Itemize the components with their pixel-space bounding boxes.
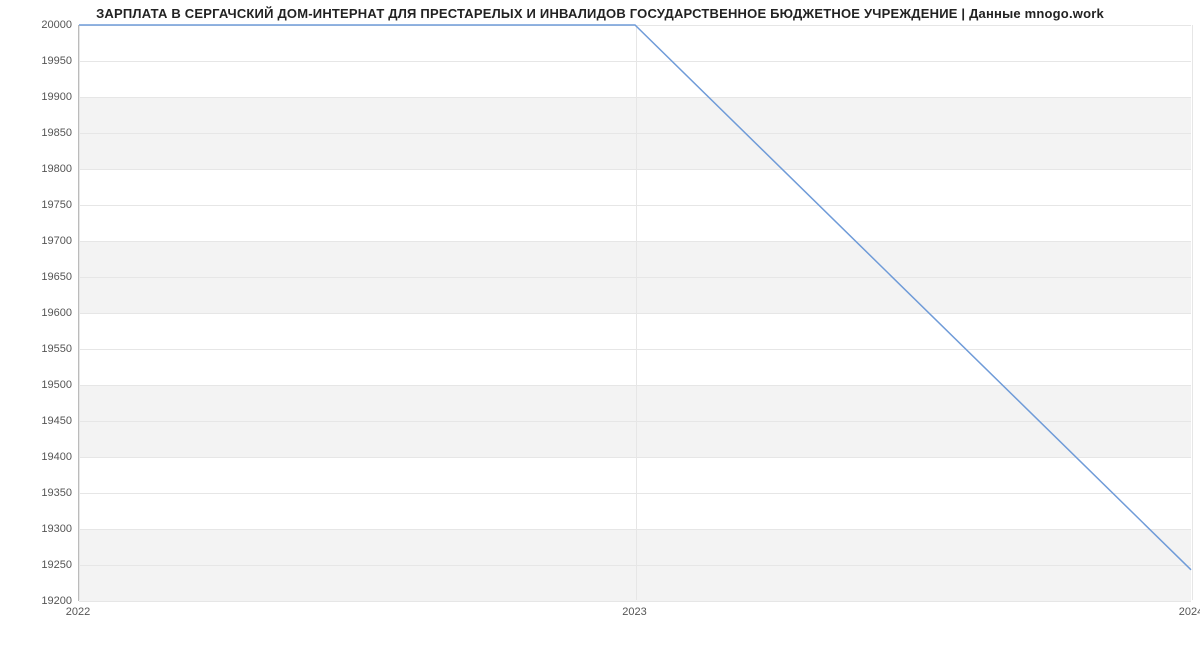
- y-tick-label: 19750: [2, 199, 72, 211]
- y-tick-label: 19200: [2, 595, 72, 607]
- y-tick-label: 19600: [2, 307, 72, 319]
- y-tick-label: 19850: [2, 127, 72, 139]
- y-tick-label: 19500: [2, 379, 72, 391]
- y-tick-label: 19950: [2, 55, 72, 67]
- y-tick-label: 19550: [2, 343, 72, 355]
- y-tick-label: 19900: [2, 91, 72, 103]
- x-tick-label: 2022: [66, 606, 90, 618]
- y-tick-label: 19300: [2, 523, 72, 535]
- y-tick-label: 19350: [2, 487, 72, 499]
- x-tick-label: 2024: [1179, 606, 1200, 618]
- chart-title: ЗАРПЛАТА В СЕРГАЧСКИЙ ДОМ-ИНТЕРНАТ ДЛЯ П…: [0, 6, 1200, 21]
- y-tick-label: 19400: [2, 451, 72, 463]
- chart-container: ЗАРПЛАТА В СЕРГАЧСКИЙ ДОМ-ИНТЕРНАТ ДЛЯ П…: [0, 0, 1200, 650]
- plot-area: [78, 25, 1191, 601]
- grid-line-x: [1192, 25, 1193, 600]
- y-tick-label: 19800: [2, 163, 72, 175]
- grid-line-y: [79, 601, 1191, 602]
- y-tick-label: 19250: [2, 559, 72, 571]
- line-series: [79, 25, 1191, 600]
- y-tick-label: 20000: [2, 19, 72, 31]
- salary-line: [79, 25, 1191, 570]
- x-tick-label: 2023: [622, 606, 646, 618]
- y-tick-label: 19450: [2, 415, 72, 427]
- y-tick-label: 19700: [2, 235, 72, 247]
- y-tick-label: 19650: [2, 271, 72, 283]
